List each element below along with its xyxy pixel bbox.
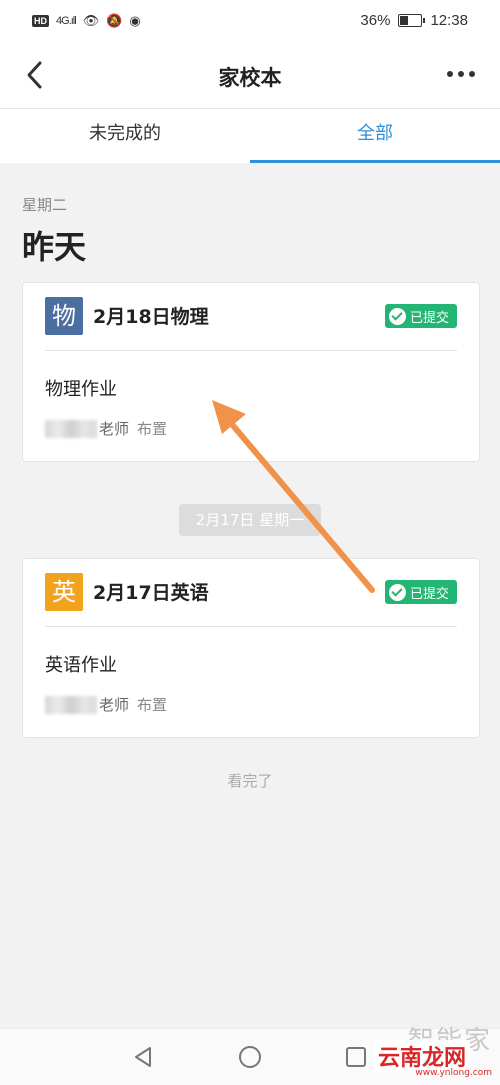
card-title: 2月18日物理 [93,306,209,328]
badge-label: 已提交 [409,310,449,326]
day-title: 昨天 [22,228,87,266]
network-signal-icon: 4G.ıll [56,15,77,27]
english-subject-icon: 英 [45,573,83,611]
homework-card-physics[interactable]: 物 2月18日物理 已提交 物理作业 老师 布置 [22,282,480,462]
homework-name: 物理作业 [45,379,117,400]
card-divider [45,350,457,351]
assigned-by: 老师 布置 [45,694,167,715]
blurred-teacher-name [45,695,97,714]
status-right: 36% 12:38 [360,12,468,29]
status-left: HD 4G.ıll 👁 🔕 ◉ [32,13,141,29]
blurred-teacher-name [45,419,97,438]
homework-card-english[interactable]: 英 2月17日英语 已提交 英语作业 老师 布置 [22,558,480,738]
card-title: 2月17日英语 [93,582,209,604]
assign-action: 布置 [137,420,168,438]
page-title: 家校本 [218,66,282,90]
hd-icon: HD [32,15,49,27]
submitted-badge: 已提交 [384,304,457,328]
assigned-by: 老师 布置 [45,418,167,439]
teacher-suffix: 老师 [99,420,130,438]
eye-icon: 👁 [82,13,100,28]
check-circle-icon [388,583,406,601]
tab-all[interactable]: 全部 [250,109,500,163]
app-notification-icon: ◉ [129,13,141,28]
end-of-list-text: 看完了 [227,772,273,790]
physics-subject-icon: 物 [45,297,83,335]
clock: 12:38 [430,12,468,29]
dot-icon [458,71,464,77]
nav-back-icon[interactable] [130,1043,158,1071]
tab-bar: 未完成的 全部 [0,109,500,163]
tab-label: 未完成的 [89,123,161,144]
assign-action: 布置 [137,696,168,714]
watermark-url: www.ynlong.com [415,1068,492,1078]
active-tab-indicator [250,160,500,163]
date-separator: 2月17日 星期一 [179,504,321,536]
more-options-button[interactable] [444,64,478,84]
badge-label: 已提交 [409,586,449,602]
mute-bell-icon: 🔕 [106,13,123,28]
nav-home-icon[interactable] [236,1043,264,1071]
nav-recents-icon[interactable] [342,1043,370,1071]
homework-name: 英语作业 [45,655,117,676]
tab-label: 全部 [357,123,393,144]
dot-icon [447,71,453,77]
weekday-label: 星期二 [22,196,68,214]
status-bar: HD 4G.ıll 👁 🔕 ◉ 36% 12:38 [0,0,500,42]
submitted-badge: 已提交 [384,580,457,604]
battery-icon [398,14,426,27]
tab-incomplete[interactable]: 未完成的 [0,109,250,163]
battery-percent: 36% [360,12,391,29]
check-circle-icon [388,307,406,325]
app-header: 家校本 [0,42,500,109]
teacher-suffix: 老师 [99,696,130,714]
dot-icon [469,71,475,77]
card-divider [45,626,457,627]
